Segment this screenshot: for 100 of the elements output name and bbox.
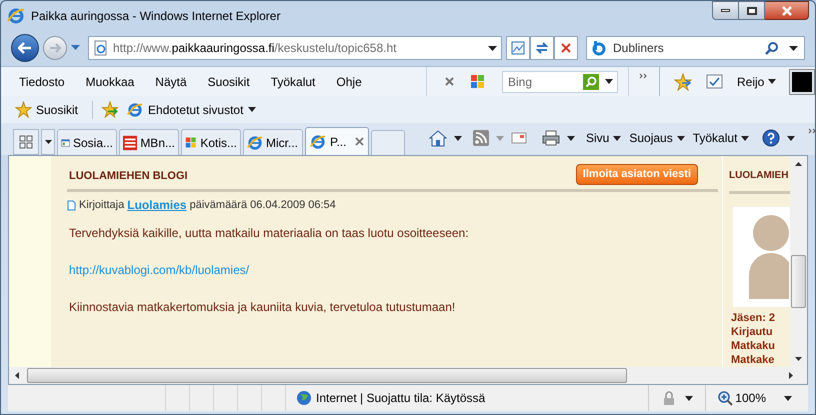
- menu-item[interactable]: Tiedosto: [19, 72, 65, 90]
- forward-button[interactable]: [43, 36, 67, 60]
- search-field[interactable]: Dubliners: [586, 36, 805, 60]
- member-stat: Matkake: [731, 353, 774, 367]
- dropdown-icon[interactable]: [685, 396, 694, 400]
- scroll-right-icon[interactable]: [789, 372, 793, 379]
- menu-item[interactable]: Näytä: [155, 72, 187, 90]
- window-title: Paikka auringossa - Windows Internet Explorer: [31, 8, 280, 24]
- security-zone-text: Internet | Suojattu tila: Käytössä: [316, 390, 486, 407]
- close-button[interactable]: [765, 1, 809, 20]
- tab[interactable]: Sosia...: [57, 129, 117, 155]
- browser-logo-icon: [247, 134, 263, 150]
- post-text: Tervehdyksiä kaikille, uutta matkailu materiaalia on taas luotu osoitteeseen:: [69, 225, 470, 242]
- blog-title: LUOLAMIEHEN BLOGI: [68, 168, 188, 184]
- zoom-level[interactable]: 100%: [735, 389, 766, 407]
- help-icon[interactable]: [762, 129, 780, 147]
- suggested-sites-button[interactable]: Ehdotetut sivustot: [127, 100, 256, 118]
- star-icon: [15, 101, 32, 118]
- browser-logo-icon: [127, 102, 144, 118]
- post-date: päivämäärä 06.04.2009 06:54: [190, 198, 336, 213]
- dropdown-icon[interactable]: [676, 136, 685, 140]
- vertical-scrollbar[interactable]: [790, 156, 807, 367]
- tab[interactable]: Kotis...: [181, 129, 241, 155]
- dropdown-icon[interactable]: [768, 79, 776, 84]
- bing-search-field[interactable]: Bing: [502, 70, 618, 92]
- scroll-left-icon[interactable]: [15, 372, 19, 379]
- menu-item[interactable]: Työkalut: [270, 72, 316, 90]
- scroll-thumb[interactable]: [27, 368, 627, 383]
- star-arrows-icon[interactable]: [674, 72, 692, 90]
- close-icon[interactable]: [445, 77, 454, 86]
- chevron-icon[interactable]: [639, 72, 647, 78]
- url-text: http://www.paikkaauringossa.fi/keskustelu/topic658.ht: [113, 40, 396, 57]
- close-icon[interactable]: [355, 137, 364, 146]
- tab[interactable]: Micr...: [243, 129, 303, 155]
- dropdown-icon[interactable]: [789, 46, 798, 50]
- page-icon: [93, 40, 109, 56]
- horizontal-scrollbar[interactable]: [9, 367, 807, 384]
- dropdown-icon[interactable]: [605, 79, 613, 84]
- mail-icon[interactable]: [511, 132, 527, 144]
- dropdown-icon[interactable]: [567, 136, 575, 140]
- stop-icon: [560, 42, 572, 54]
- menu-item[interactable]: Muokkaa: [86, 72, 134, 90]
- search-input[interactable]: Bing: [508, 72, 578, 90]
- tab[interactable]: P...: [305, 127, 369, 155]
- minimize-button[interactable]: [712, 1, 739, 20]
- scroll-up-icon[interactable]: [795, 162, 802, 166]
- member-stat: Jäsen: 2: [731, 311, 776, 325]
- document-icon: [67, 200, 76, 210]
- tab[interactable]: MBn...: [119, 129, 179, 155]
- search-text: Dubliners: [613, 40, 664, 57]
- search-icon[interactable]: [765, 41, 779, 55]
- avatar-icon: [749, 215, 789, 299]
- member-stat: Kirjautu: [731, 325, 773, 339]
- browser-logo-icon: [310, 134, 326, 150]
- dropdown-icon[interactable]: [741, 136, 750, 140]
- home-icon[interactable]: [429, 130, 447, 146]
- back-button[interactable]: [11, 34, 39, 62]
- globe-icon: [296, 390, 312, 406]
- address-field[interactable]: http://www.paikkaauringossa.fi/keskustelu/topic658.ht: [88, 36, 502, 60]
- command-menu[interactable]: Suojaus: [629, 129, 685, 147]
- byline-label: Kirjoittaja: [79, 198, 124, 213]
- dropdown-icon[interactable]: [787, 136, 796, 140]
- windows-flag-icon: [470, 74, 486, 89]
- member-stat: Matkaku: [731, 339, 776, 353]
- caret-icon: [44, 140, 52, 144]
- checklist-icon[interactable]: [706, 74, 723, 89]
- refresh-button[interactable]: [530, 36, 554, 60]
- menu-item[interactable]: Suosikit: [208, 72, 250, 90]
- chevron-icon[interactable]: [808, 128, 816, 134]
- favorites-button[interactable]: Suosikit: [36, 100, 78, 118]
- menu-item[interactable]: Ohje: [336, 72, 362, 90]
- scroll-thumb[interactable]: [791, 255, 806, 308]
- browser-logo-icon: [7, 6, 25, 24]
- sidebar-heading: LUOLAMIEH: [729, 169, 790, 183]
- quick-tabs-button[interactable]: [13, 129, 39, 155]
- user-menu[interactable]: Reijo: [737, 72, 776, 90]
- compatibility-button[interactable]: [506, 36, 530, 60]
- star-arrow-icon[interactable]: [101, 101, 120, 118]
- dropdown-icon[interactable]: [454, 136, 462, 140]
- feed-icon[interactable]: [473, 130, 489, 146]
- scroll-down-icon[interactable]: [795, 357, 802, 361]
- grid-icon: [19, 135, 33, 149]
- back-arrow-icon: [18, 42, 32, 54]
- command-menu[interactable]: Sivu: [586, 129, 622, 147]
- printer-icon[interactable]: [542, 130, 560, 146]
- maximize-button[interactable]: [739, 1, 765, 20]
- stop-button[interactable]: [554, 36, 578, 60]
- post-text: Kiinnostavia matkakertomuksia ja kauniita kuvia, tervetuloa tutustumaan!: [69, 299, 456, 316]
- search-icon[interactable]: [583, 74, 599, 90]
- dropdown-icon[interactable]: [248, 107, 256, 112]
- refresh-icon: [535, 41, 549, 55]
- dropdown-icon[interactable]: [488, 46, 497, 50]
- forward-arrow-icon: [49, 43, 61, 53]
- bing-logo-icon: [591, 40, 607, 56]
- dropdown-icon[interactable]: [784, 396, 792, 400]
- dropdown-icon[interactable]: [613, 136, 622, 140]
- tab-list-button[interactable]: [41, 129, 55, 155]
- command-menu[interactable]: Työkalut: [692, 129, 750, 147]
- zoom-icon[interactable]: [718, 390, 734, 406]
- windows-flag-icon: [185, 135, 198, 150]
